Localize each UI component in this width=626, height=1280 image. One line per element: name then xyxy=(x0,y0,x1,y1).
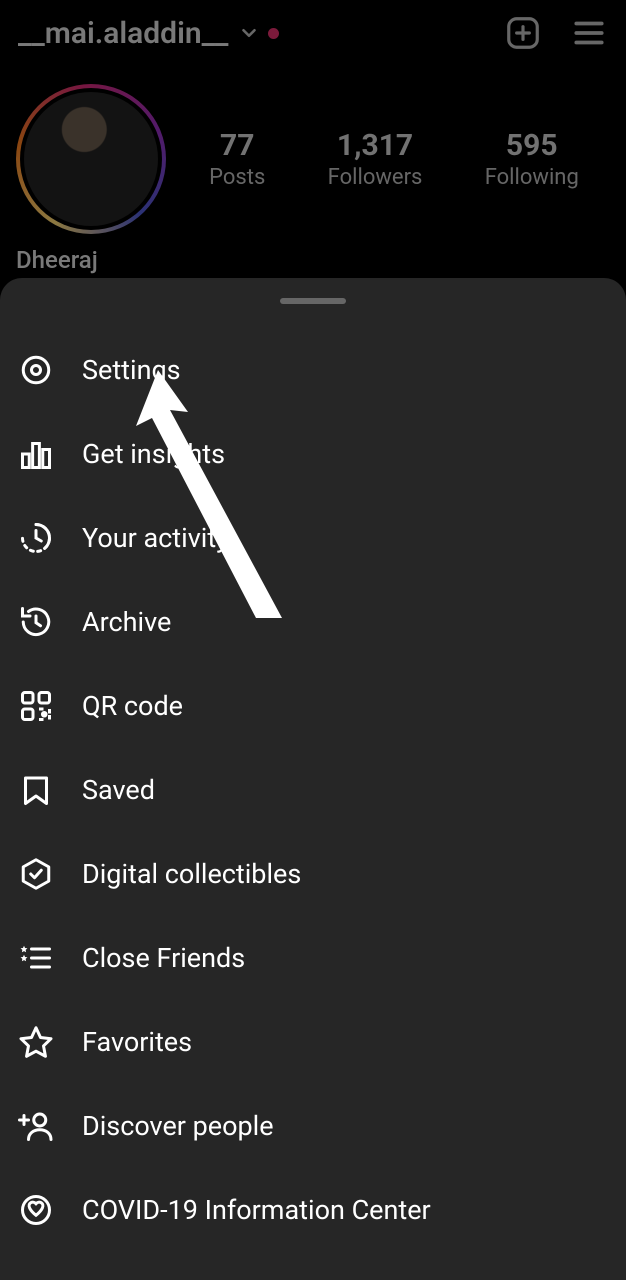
menu-label: QR code xyxy=(82,690,183,722)
followers-count: 1,317 xyxy=(328,128,423,163)
menu-item-favorites[interactable]: Favorites xyxy=(0,1000,626,1084)
notification-dot xyxy=(268,28,279,39)
profile-stats-row: 77 Posts 1,317 Followers 595 Following xyxy=(0,60,626,234)
covid-info-icon xyxy=(18,1192,54,1228)
menu-item-discover-people[interactable]: Discover people xyxy=(0,1084,626,1168)
following-label: Following xyxy=(485,165,579,190)
hamburger-menu-icon[interactable] xyxy=(570,14,608,52)
menu-label: Digital collectibles xyxy=(82,858,301,890)
following-count: 595 xyxy=(485,128,579,163)
following-stat[interactable]: 595 Following xyxy=(485,128,579,190)
menu-item-digital-collectibles[interactable]: Digital collectibles xyxy=(0,832,626,916)
menu-label: Your activity xyxy=(82,522,229,554)
create-icon[interactable] xyxy=(504,14,542,52)
posts-label: Posts xyxy=(209,165,265,190)
insights-icon xyxy=(18,436,54,472)
archive-icon xyxy=(18,604,54,640)
menu-item-insights[interactable]: Get insights xyxy=(0,412,626,496)
username-switcher[interactable]: __mai.aladdin__ xyxy=(18,16,228,51)
menu-label: Saved xyxy=(82,774,155,806)
profile-topbar: __mai.aladdin__ xyxy=(0,0,626,60)
posts-count: 77 xyxy=(209,128,265,163)
story-ring[interactable] xyxy=(16,84,166,234)
menu-label: COVID-19 Information Center xyxy=(82,1194,431,1226)
avatar xyxy=(24,92,158,226)
close-friends-icon xyxy=(18,940,54,976)
menu-item-activity[interactable]: Your activity xyxy=(0,496,626,580)
activity-icon xyxy=(18,520,54,556)
gear-icon xyxy=(18,352,54,388)
bookmark-icon xyxy=(18,772,54,808)
qr-code-icon xyxy=(18,688,54,724)
followers-label: Followers xyxy=(328,165,423,190)
star-icon xyxy=(18,1024,54,1060)
profile-display-name: Dheeraj xyxy=(0,234,626,274)
hexagon-check-icon xyxy=(18,856,54,892)
followers-stat[interactable]: 1,317 Followers xyxy=(328,128,423,190)
menu-item-close-friends[interactable]: Close Friends xyxy=(0,916,626,1000)
menu-label: Get insights xyxy=(82,438,225,470)
menu-label: Settings xyxy=(82,354,181,386)
menu-label: Favorites xyxy=(82,1026,192,1058)
menu-label: Close Friends xyxy=(82,942,245,974)
posts-stat[interactable]: 77 Posts xyxy=(209,128,265,190)
menu-label: Discover people xyxy=(82,1110,274,1142)
sheet-drag-handle[interactable] xyxy=(280,298,346,304)
menu-item-archive[interactable]: Archive xyxy=(0,580,626,664)
menu-item-saved[interactable]: Saved xyxy=(0,748,626,832)
menu-item-covid-info[interactable]: COVID-19 Information Center xyxy=(0,1168,626,1252)
menu-item-qr-code[interactable]: QR code xyxy=(0,664,626,748)
menu-label: Archive xyxy=(82,606,171,638)
chevron-down-icon[interactable] xyxy=(238,22,260,44)
discover-people-icon xyxy=(18,1108,54,1144)
menu-item-settings[interactable]: Settings xyxy=(0,328,626,412)
hamburger-bottom-sheet: Settings Get insights Your activity Arch… xyxy=(0,278,626,1280)
